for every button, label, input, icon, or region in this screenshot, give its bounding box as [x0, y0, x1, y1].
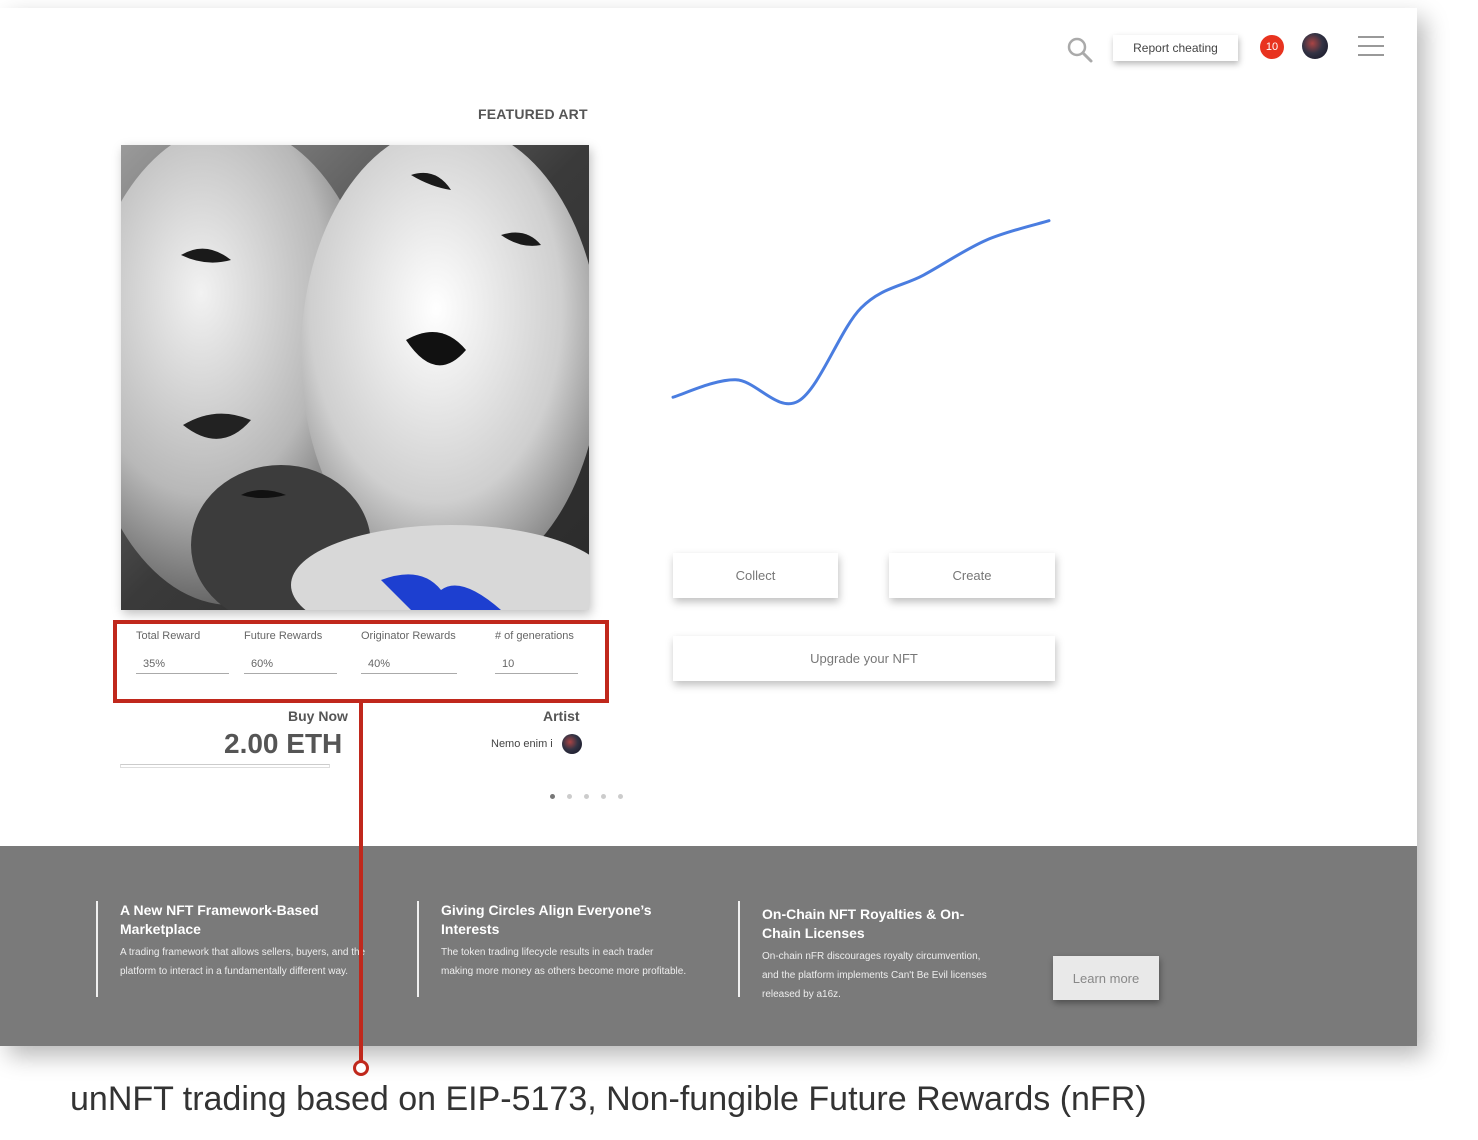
collect-button[interactable]: Collect — [673, 553, 838, 598]
hamburger-menu-icon[interactable] — [1358, 36, 1384, 58]
carousel-dot[interactable] — [584, 794, 589, 799]
featured-art-title: FEATURED ART — [478, 106, 588, 122]
app-window: Report cheating 10 FEATURED ART Total Re… — [0, 8, 1417, 1046]
stage: Report cheating 10 FEATURED ART Total Re… — [0, 0, 1478, 1140]
buy-now-label[interactable]: Buy Now — [288, 708, 348, 724]
feature-column-giving-circles: Giving Circles Align Everyone’s Interest… — [417, 901, 687, 997]
price-value: 2.00 ETH — [224, 728, 343, 759]
annotation-leader-line — [359, 703, 363, 1062]
carousel-dot[interactable] — [601, 794, 606, 799]
feature-title: A New NFT Framework-Based Marketplace — [120, 902, 319, 937]
artist-heading: Artist — [543, 708, 580, 724]
artist-avatar[interactable] — [562, 734, 582, 754]
carousel-dot[interactable] — [550, 794, 555, 799]
features-footer: A New NFT Framework-Based Marketplace A … — [0, 846, 1417, 1046]
report-cheating-button[interactable]: Report cheating — [1113, 35, 1238, 61]
feature-title: Giving Circles Align Everyone’s Interest… — [441, 902, 652, 937]
chart-series-line — [671, 219, 1051, 406]
search-icon[interactable] — [1066, 36, 1094, 64]
feature-title: On-Chain NFT Royalties & On-Chain Licens… — [762, 906, 965, 941]
feature-text: On-chain nFR discourages royalty circumv… — [762, 951, 987, 1000]
create-button[interactable]: Create — [889, 553, 1055, 598]
annotation-caption: unNFT trading based on EIP-5173, Non-fun… — [70, 1080, 1147, 1118]
feature-column-marketplace: A New NFT Framework-Based Marketplace A … — [96, 901, 366, 997]
notification-badge[interactable]: 10 — [1260, 35, 1284, 59]
feature-column-royalties: On-Chain NFT Royalties & On-Chain Licens… — [738, 901, 998, 1000]
carousel-dot[interactable] — [618, 794, 623, 799]
carousel-dot[interactable] — [567, 794, 572, 799]
featured-artwork-image[interactable] — [121, 145, 589, 610]
price-divider — [120, 764, 330, 768]
carousel-dots — [550, 794, 623, 802]
feature-text: The token trading lifecycle results in e… — [441, 947, 687, 977]
learn-more-button[interactable]: Learn more — [1053, 956, 1159, 1000]
upgrade-nft-button[interactable]: Upgrade your NFT — [673, 636, 1055, 681]
price-chart — [671, 219, 1051, 406]
annotation-highlight-box — [113, 620, 609, 703]
feature-text: A trading framework that allows sellers,… — [120, 947, 366, 977]
artist-name[interactable]: Nemo enim i — [491, 738, 553, 750]
annotation-endpoint-marker — [353, 1060, 369, 1076]
user-avatar[interactable] — [1302, 33, 1328, 59]
